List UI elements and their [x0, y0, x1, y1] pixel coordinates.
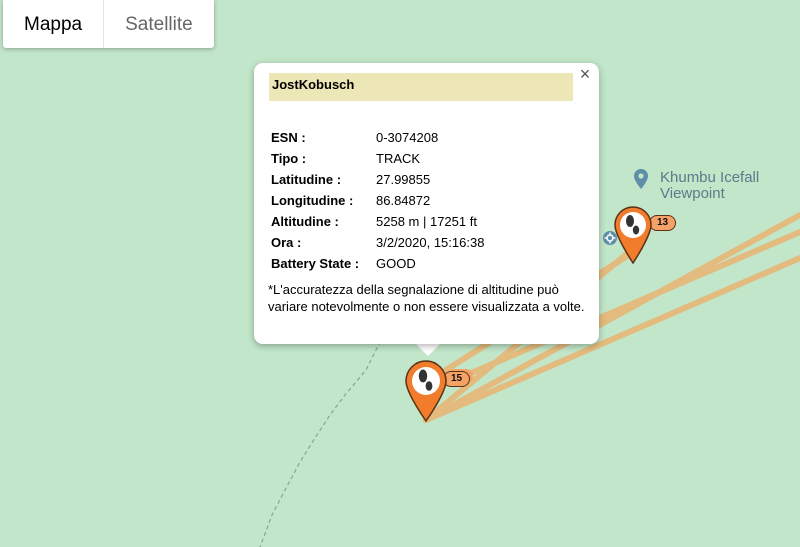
- row-label: Ora :: [271, 235, 302, 250]
- row-label: Altitudine :: [271, 214, 339, 229]
- satellite-button[interactable]: Satellite: [104, 0, 214, 48]
- row-value: GOOD: [376, 256, 416, 271]
- row-value: TRACK: [376, 151, 421, 166]
- info-row: Latitudine : 27.99855: [268, 169, 484, 190]
- info-row: ESN : 0-3074208: [268, 127, 484, 148]
- info-row: Ora : 3/2/2020, 15:16:38: [268, 232, 484, 253]
- row-value: 27.99855: [376, 172, 431, 187]
- altitude-note: *L'accuratezza della segnalazione di alt…: [268, 282, 585, 314]
- info-row: Longitudine : 86.84872: [268, 190, 484, 211]
- row-label: Longitudine :: [271, 193, 354, 208]
- info-row: Battery State : GOOD: [268, 253, 484, 274]
- row-label: Latitudine :: [271, 172, 342, 187]
- map-type-control: Mappa Satellite: [3, 0, 214, 48]
- row-value: 3/2/2020, 15:16:38: [376, 235, 485, 250]
- row-value: 0-3074208: [376, 130, 439, 145]
- map-pin-icon[interactable]: [634, 169, 648, 194]
- info-popup: × JostKobusch ESN : 0-3074208 Tipo : TRACK…: [254, 63, 599, 344]
- poi-label[interactable]: Khumbu Icefall Viewpoint: [660, 170, 759, 202]
- popup-tail: [414, 342, 442, 356]
- popup-title: JostKobusch: [269, 73, 573, 101]
- info-row: Tipo : TRACK: [268, 148, 484, 169]
- close-icon[interactable]: ×: [576, 65, 594, 83]
- info-row: Altitudine : 5258 m | 17251 ft: [268, 211, 484, 232]
- row-label: Battery State :: [271, 256, 360, 271]
- row-value: 5258 m | 17251 ft: [376, 214, 477, 229]
- footprint-marker[interactable]: [614, 206, 652, 269]
- dashed-trail: [259, 334, 385, 547]
- info-table: ESN : 0-3074208 Tipo : TRACK Latitudine : 2…: [268, 127, 484, 274]
- row-value: 86.84872: [376, 193, 431, 208]
- map-button[interactable]: Mappa: [3, 0, 105, 48]
- footprint-marker[interactable]: [405, 360, 447, 427]
- marker-count-badge: 15: [443, 371, 471, 387]
- row-label: Tipo :: [271, 151, 307, 166]
- marker-count-badge: 13: [649, 215, 677, 231]
- row-label: ESN :: [271, 130, 306, 145]
